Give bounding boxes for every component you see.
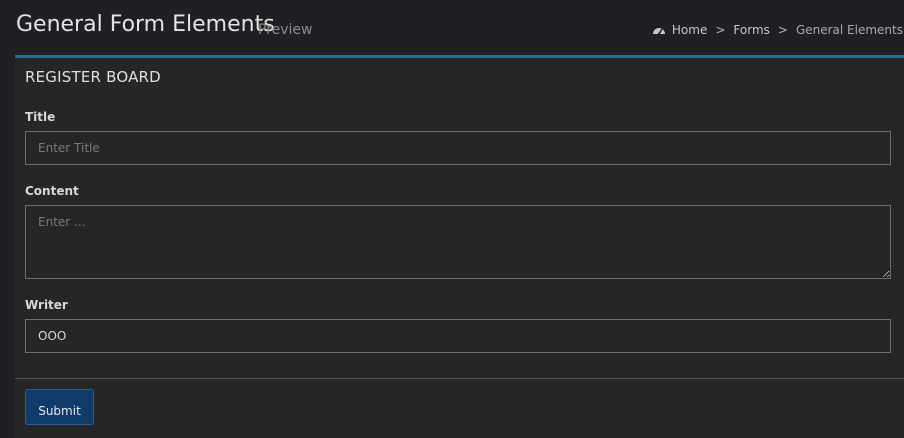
panel-title: REGISTER BOARD bbox=[25, 68, 161, 86]
page-title: General Form Elements bbox=[16, 12, 275, 37]
writer-label: Writer bbox=[25, 298, 68, 312]
breadcrumb-separator: > bbox=[715, 23, 726, 37]
form-footer-divider bbox=[15, 378, 904, 379]
writer-input[interactable] bbox=[25, 319, 891, 353]
dashboard-icon bbox=[652, 28, 665, 36]
submit-button[interactable]: Submit bbox=[25, 389, 94, 425]
breadcrumb: Home > Forms > General Elements bbox=[652, 23, 903, 37]
breadcrumb-forms-link[interactable]: Forms bbox=[733, 23, 769, 37]
breadcrumb-separator: > bbox=[777, 23, 788, 37]
title-label: Title bbox=[25, 110, 56, 124]
title-input[interactable] bbox=[25, 131, 891, 165]
content-label: Content bbox=[25, 184, 79, 198]
register-board-panel: REGISTER BOARD Title Content Writer Subm… bbox=[15, 55, 904, 438]
breadcrumb-home-link[interactable]: Home bbox=[672, 23, 707, 37]
content-header: General Form Elements Preview Home > For… bbox=[0, 0, 904, 54]
breadcrumb-current: General Elements bbox=[795, 23, 903, 37]
content-textarea[interactable] bbox=[25, 205, 891, 279]
page-subtitle: Preview bbox=[258, 22, 313, 38]
